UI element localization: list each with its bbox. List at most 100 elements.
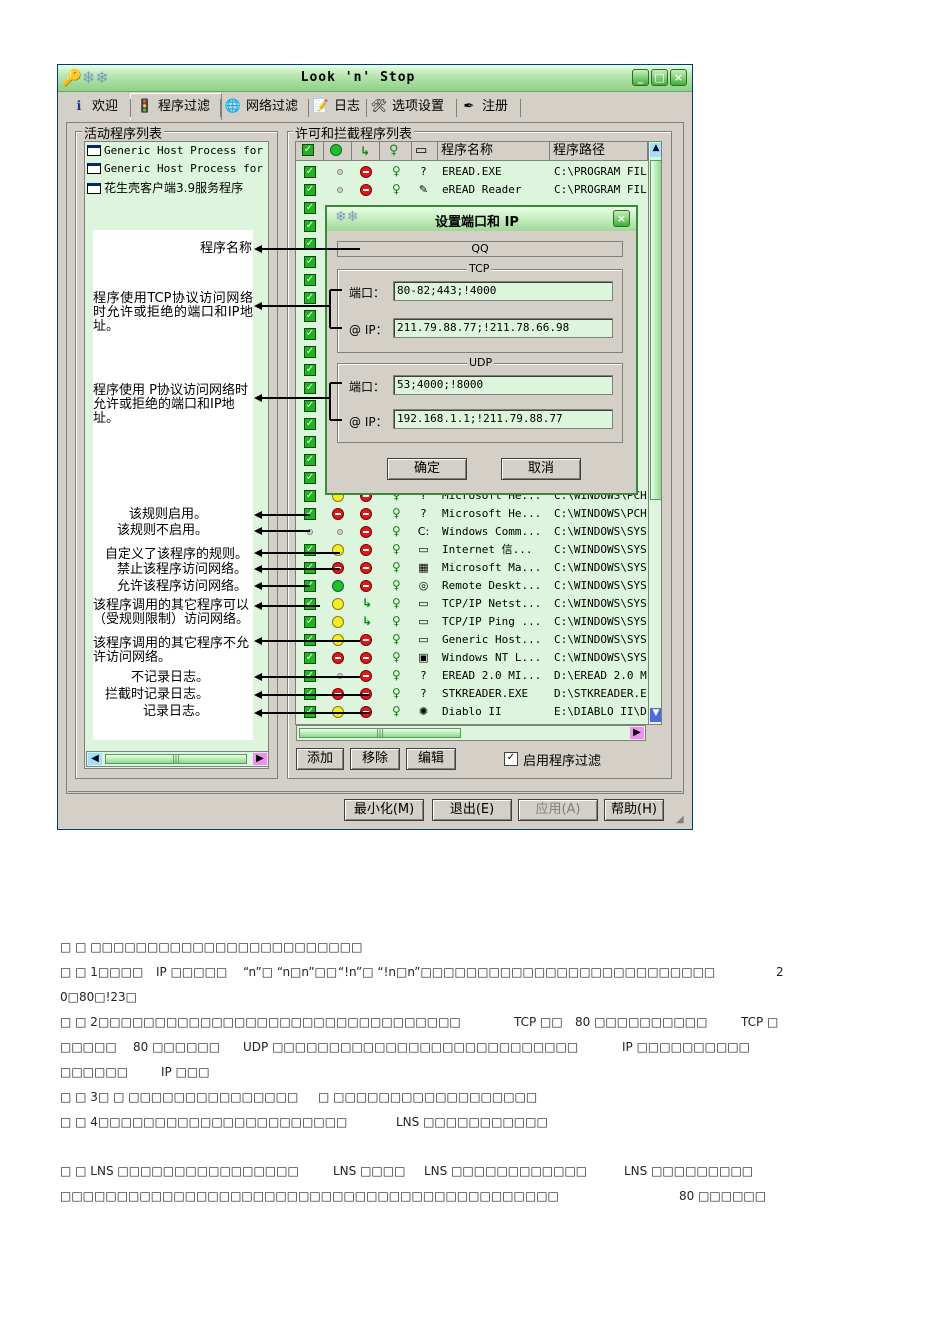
program-icon: ▭ bbox=[418, 597, 429, 610]
minimize-icon[interactable]: _ bbox=[632, 69, 649, 86]
program-path-cell: D:\EREAD 2.0 M bbox=[554, 669, 647, 682]
annotation-area: 程序名称 程序使用TCP协议访问网络时允许或拒绝的端口和IP地址。 程序使用 P… bbox=[93, 230, 253, 740]
scroll-thumb[interactable] bbox=[650, 160, 661, 500]
scroll-thumb[interactable]: ||| bbox=[105, 754, 247, 764]
log-key-icon[interactable]: ♀ bbox=[392, 524, 401, 538]
doc-line: □ □ 3□ □ □□□□□□□□□□□□□□□ bbox=[60, 1090, 299, 1104]
log-key-icon[interactable]: ♀ bbox=[392, 506, 401, 520]
log-key-icon[interactable]: ♀ bbox=[392, 650, 401, 664]
annotation-log: 记录日志。 bbox=[143, 704, 209, 719]
tab-options[interactable]: 🛠 选项设置 bbox=[370, 95, 444, 119]
udp-port-field[interactable]: 53;4000;!8000 bbox=[393, 375, 613, 395]
col-enabled[interactable]: ✓ bbox=[296, 142, 324, 160]
apply-button[interactable]: 应用(A) bbox=[518, 799, 598, 821]
log-key-icon[interactable]: ♀ bbox=[392, 596, 401, 610]
log-key-icon[interactable]: ♀ bbox=[392, 632, 401, 646]
rule-enabled-checkbox[interactable]: ✓ bbox=[304, 166, 316, 178]
scroll-up-icon[interactable]: ▲ bbox=[650, 143, 661, 157]
log-key-icon[interactable]: ♀ bbox=[392, 182, 401, 196]
window-icon: ▭ bbox=[415, 143, 428, 158]
program-name-cell: eREAD Reader bbox=[442, 183, 522, 196]
log-key-icon[interactable]: ♀ bbox=[392, 542, 401, 556]
doc-line: LNS □□□□ bbox=[333, 1164, 406, 1178]
col-log[interactable]: ♀ bbox=[380, 142, 412, 160]
rule-enabled-checkbox[interactable]: ✓ bbox=[304, 202, 316, 214]
dialog-title-bar[interactable]: ❄❄ 设置端口和 IP × bbox=[327, 207, 636, 231]
scroll-left-icon[interactable]: ◀ bbox=[88, 753, 102, 765]
udp-ip-field[interactable]: 192.168.1.1;!211.79.88.77 bbox=[393, 409, 613, 429]
left-horizontal-scrollbar[interactable]: ◀ ||| ▶ bbox=[86, 751, 269, 767]
table-row[interactable]: ✓ ♀? EREAD.EXE C:\PROGRAM FIL bbox=[296, 163, 648, 181]
tab-welcome[interactable]: ℹ 欢迎 bbox=[70, 95, 119, 119]
log-key-icon[interactable]: ♀ bbox=[392, 578, 401, 592]
dialog-title: 设置端口和 IP bbox=[435, 215, 519, 230]
edit-button[interactable]: 编辑 bbox=[406, 748, 456, 770]
help-button[interactable]: 帮助(H) bbox=[604, 799, 664, 821]
col-child[interactable]: ↳ bbox=[352, 142, 380, 160]
list-item[interactable]: 花生壳客户端3.9服务程序 bbox=[87, 179, 267, 196]
tab-network-filter[interactable]: 🌐 网络过滤 bbox=[224, 95, 298, 119]
snowflake-icon: 🔑❄❄ bbox=[62, 68, 109, 87]
cancel-button[interactable]: 取消 bbox=[501, 458, 581, 480]
udp-label: UDP bbox=[467, 356, 495, 369]
scroll-right-icon[interactable]: ▶ bbox=[630, 727, 644, 739]
doc-line: □□□□□ bbox=[60, 1040, 117, 1054]
rule-mode-icon[interactable] bbox=[337, 169, 343, 175]
dialog-close-icon[interactable]: × bbox=[613, 210, 630, 227]
doc-line: TCP □ bbox=[741, 1015, 779, 1029]
annotation-allow: 允许该程序访问网络。 bbox=[117, 579, 248, 594]
traffic-light-icon: 🚦 bbox=[136, 99, 154, 114]
log-key-icon[interactable]: ♀ bbox=[392, 614, 401, 628]
col-program-name[interactable]: 程序名称 bbox=[438, 142, 550, 160]
child-deny-icon[interactable] bbox=[360, 184, 372, 196]
rule-enabled-checkbox[interactable]: ✓ bbox=[304, 184, 316, 196]
maximize-icon[interactable]: □ bbox=[651, 69, 668, 86]
col-icon[interactable]: ▭ bbox=[412, 142, 438, 160]
log-key-icon[interactable]: ♀ bbox=[392, 560, 401, 574]
resize-grip-icon[interactable]: ◢ bbox=[676, 814, 684, 825]
annotation-no-log: 不记录日志。 bbox=[131, 670, 210, 685]
scroll-right-icon[interactable]: ▶ bbox=[253, 753, 267, 765]
enable-filter-checkbox[interactable]: ✓ bbox=[504, 752, 518, 766]
tab-program-filter[interactable]: 🚦 程序过滤 bbox=[136, 95, 210, 119]
child-deny-icon[interactable] bbox=[360, 166, 372, 178]
tcp-ip-field[interactable]: 211.79.88.77;!211.78.66.98 bbox=[393, 318, 613, 338]
table-row[interactable]: ✓ ♀ ✎ eREAD Reader C:\PROGRAM FIL bbox=[296, 181, 648, 199]
program-path-cell: C:\WINDOWS\SYS bbox=[554, 543, 647, 556]
exit-button[interactable]: 退出(E) bbox=[432, 799, 512, 821]
program-name-cell: Windows Comm... bbox=[442, 525, 542, 538]
remove-button[interactable]: 移除 bbox=[350, 748, 400, 770]
doc-line: LNS □□□□□□□□□□□□ bbox=[424, 1164, 588, 1178]
program-path-cell: C:\WINDOWS\SYS bbox=[554, 579, 647, 592]
minimize-button[interactable]: 最小化(M) bbox=[344, 799, 424, 821]
col-program-path[interactable]: 程序路径 bbox=[550, 142, 648, 160]
log-key-icon[interactable]: ♀ bbox=[392, 704, 401, 718]
doc-line: TCP □□ bbox=[514, 1015, 563, 1029]
scroll-down-icon[interactable]: ▼ bbox=[650, 708, 661, 722]
doc-line: 80 □□□□□□□□□□ bbox=[575, 1015, 708, 1029]
annotation-block: 禁止该程序访问网络。 bbox=[117, 562, 248, 577]
tcp-label: TCP bbox=[467, 262, 492, 275]
program-name-cell: Internet 信... bbox=[442, 543, 533, 556]
program-icon: ✺ bbox=[418, 705, 429, 718]
tab-register[interactable]: ✒ 注册 bbox=[460, 95, 508, 119]
doc-line: 2 bbox=[776, 965, 784, 979]
col-custom[interactable] bbox=[324, 142, 352, 160]
close-icon[interactable]: × bbox=[670, 69, 687, 86]
list-item[interactable]: Generic Host Process for W bbox=[87, 144, 267, 161]
log-key-icon[interactable]: ♀ bbox=[392, 668, 401, 682]
program-name-cell: TCP/IP Netst... bbox=[442, 597, 542, 610]
rules-vertical-scrollbar[interactable]: ▲ ▼ bbox=[648, 142, 661, 724]
log-key-icon[interactable]: ♀ bbox=[392, 686, 401, 700]
title-bar[interactable]: 🔑❄❄ Look 'n' Stop _ □ × bbox=[58, 65, 692, 92]
add-button[interactable]: 添加 bbox=[296, 748, 344, 770]
doc-line: 80 □□□□□□ bbox=[679, 1189, 767, 1203]
ok-button[interactable]: 确定 bbox=[387, 458, 467, 480]
annotation-tcp: 程序使用TCP协议访问网络时允许或拒绝的端口和IP地址。 bbox=[93, 291, 253, 334]
list-item[interactable]: Generic Host Process for W bbox=[87, 162, 267, 179]
tab-log[interactable]: 📝 日志 bbox=[312, 95, 360, 119]
log-key-icon[interactable]: ♀ bbox=[392, 164, 401, 178]
rule-mode-icon[interactable] bbox=[337, 187, 343, 193]
tcp-port-field[interactable]: 80-82;443;!4000 bbox=[393, 281, 613, 301]
annotation-child-deny: 该程序调用的其它程序不允许访问网络。 bbox=[93, 636, 250, 665]
